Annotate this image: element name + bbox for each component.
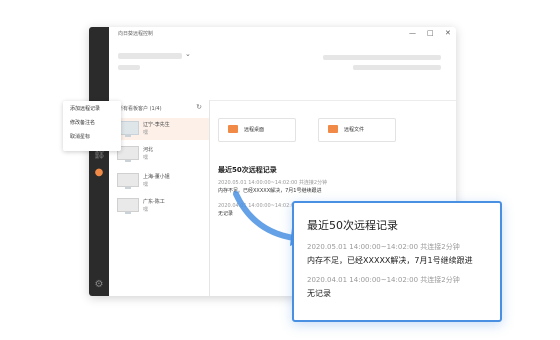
device-name: 上海-董小姐 [143, 174, 170, 180]
menu-item-rename[interactable]: 修改备注名 [63, 117, 121, 129]
context-menu: 添加远程记录 修改备注名 取消星标 [63, 101, 121, 151]
device-list-title: 所有看板客户 (1/4) [118, 106, 162, 112]
device-sub: 嘿 [143, 130, 149, 136]
close-button[interactable]: ✕ [445, 29, 451, 37]
title-bar: 向日葵远程控制 — □ ✕ [109, 27, 456, 43]
records-popup: 最近50次远程记录 2020.05.01 14:00:00~14:02:00 共… [292, 201, 502, 322]
banner-placeholder-1 [323, 55, 441, 60]
window-title: 向日葵远程控制 [118, 31, 154, 37]
maximize-button[interactable]: □ [427, 29, 434, 37]
settings-icon[interactable]: ⚙ [93, 279, 105, 291]
folder-icon [328, 125, 338, 133]
remote-desktop-label: 远程桌面 [244, 127, 265, 133]
left-rail: ⛓ ● ⚙ [89, 27, 109, 296]
monitor-icon [117, 198, 139, 214]
desktop-icon [228, 125, 238, 133]
minimize-button[interactable]: — [409, 29, 416, 37]
account-sub-placeholder [118, 65, 140, 70]
remote-desktop-button[interactable]: 远程桌面 [218, 118, 296, 142]
popup-title: 最近50次远程记录 [307, 219, 398, 232]
user-group-icon[interactable]: ● [93, 167, 105, 179]
device-item[interactable]: 广东-陈工 嘿 [109, 195, 209, 217]
monitor-icon [117, 173, 139, 189]
account-header: ⌄ [109, 43, 456, 101]
popup-record-detail: 无记录 [307, 289, 331, 298]
popup-record-detail: 内存不足，已经XXXXX解决，7月1号继续跟进 [307, 256, 473, 265]
device-sub: 嘿 [143, 182, 149, 188]
device-sidebar: 所有看板客户 (1/4) ↻ 辽宁-李先生 嘿 河北 嘿 上海-董小姐 嘿 广东… [109, 100, 210, 296]
device-item[interactable]: 辽宁-李先生 嘿 [109, 118, 209, 140]
remote-file-button[interactable]: 远程文件 [318, 118, 396, 142]
banner-placeholder-2 [353, 65, 441, 70]
menu-item-add-record[interactable]: 添加远程记录 [63, 103, 121, 115]
refresh-icon[interactable]: ↻ [196, 103, 202, 111]
record-meta: 2020.05.01 14:00:00~14:02:00 共连接2分钟 [218, 180, 328, 186]
account-name-placeholder [118, 53, 182, 59]
chevron-down-icon[interactable]: ⌄ [185, 50, 191, 58]
remote-file-label: 远程文件 [344, 127, 365, 133]
popup-record-meta: 2020.05.01 14:00:00~14:02:00 共连接2分钟 [307, 243, 460, 251]
device-sub: 嘿 [143, 155, 149, 161]
device-item[interactable]: 河北 嘿 [109, 143, 209, 165]
records-title: 最近50次远程记录 [218, 166, 277, 174]
menu-item-unstar[interactable]: 取消星标 [63, 131, 121, 143]
device-sub: 嘿 [143, 207, 149, 213]
popup-record-meta: 2020.04.01 14:00:00~14:02:00 共连接2分钟 [307, 276, 460, 284]
device-name: 广东-陈工 [143, 199, 165, 205]
device-name: 河北 [143, 147, 154, 153]
device-name: 辽宁-李先生 [143, 122, 170, 128]
device-item[interactable]: 上海-董小姐 嘿 [109, 170, 209, 192]
